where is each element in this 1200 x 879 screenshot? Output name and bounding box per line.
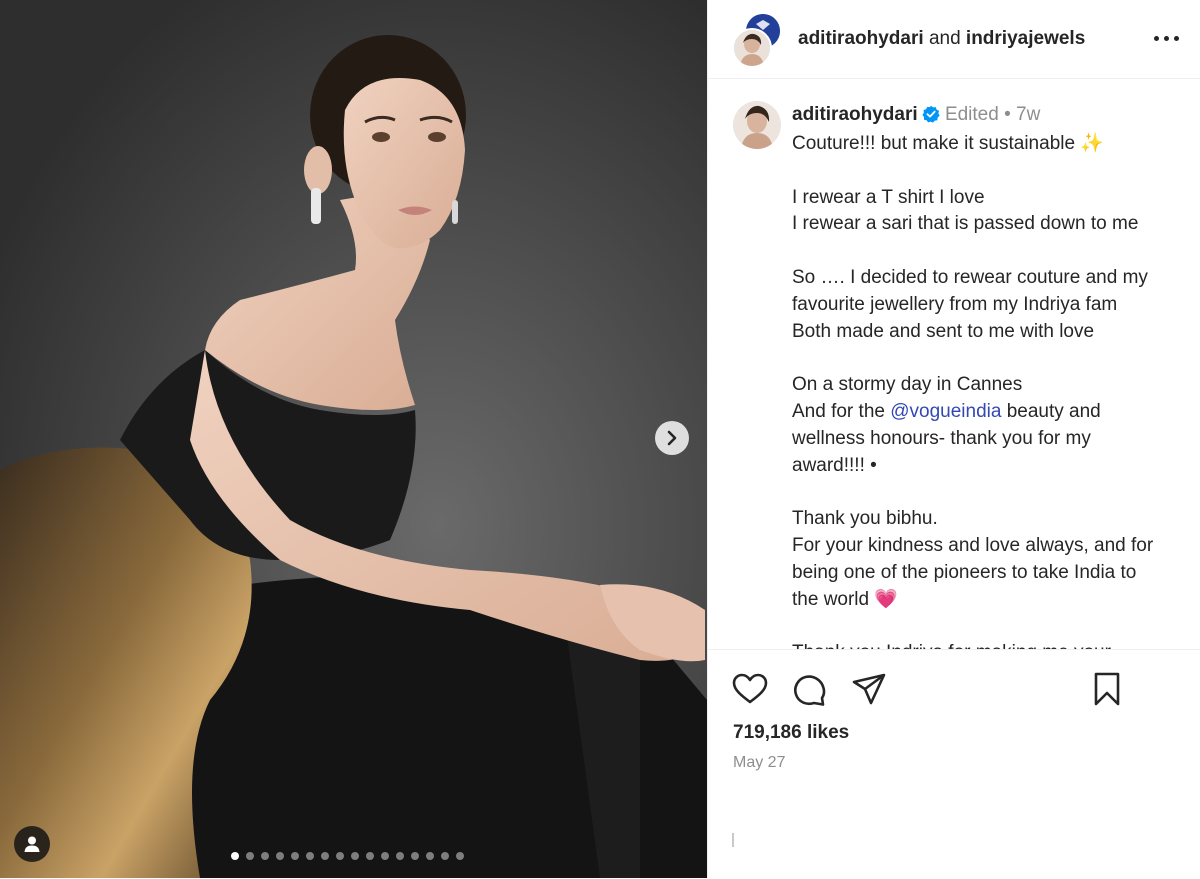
share-icon xyxy=(852,673,886,705)
caption-line: wellness honours- thank you for my xyxy=(792,427,1091,449)
collab-avatars[interactable] xyxy=(732,14,780,68)
save-button[interactable] xyxy=(1088,670,1126,708)
carousel-dot xyxy=(381,852,389,860)
edited-label: Edited xyxy=(944,104,999,125)
caption-line: being one of the pioneers to take India … xyxy=(792,561,1137,583)
carousel-dot xyxy=(276,852,284,860)
carousel-dot xyxy=(396,852,404,860)
more-options-icon[interactable] xyxy=(1148,26,1184,50)
comment-input-caret[interactable] xyxy=(732,833,734,847)
next-media-button[interactable] xyxy=(655,421,689,455)
next-arrow-icon xyxy=(667,430,677,446)
carousel-dot xyxy=(306,852,314,860)
carousel-dot xyxy=(321,852,329,860)
heart-icon xyxy=(732,673,768,704)
caption-line: I rewear a sari that is passed down to m… xyxy=(792,213,1139,235)
author-username-link[interactable]: aditiraohydari xyxy=(798,28,924,49)
carousel-dot xyxy=(456,852,464,860)
caption-username-link[interactable]: aditiraohydari xyxy=(792,104,918,125)
header-joiner: and xyxy=(928,28,961,49)
post-date[interactable]: May 27 xyxy=(733,754,785,772)
post-actions: 719,186 likes May 27 xyxy=(708,649,1200,879)
mention-link-vogueindia[interactable]: @vogueindia xyxy=(890,401,1001,422)
post-age-link[interactable]: 7w xyxy=(1016,104,1040,125)
tag-user-icon xyxy=(24,836,40,852)
caption-line: the world 💗 xyxy=(792,588,899,610)
caption-line: award!!!! • xyxy=(792,454,877,476)
caption-line: For your kindness and love always, and f… xyxy=(792,534,1154,556)
carousel-indicator xyxy=(231,852,464,860)
caption-line: favourite jewellery from my Indriya fam xyxy=(792,293,1118,315)
post-header: aditiraohydari and indriyajewels xyxy=(708,0,1200,79)
caption-area: aditiraohydari Edited • 7w Couture!!! bu… xyxy=(708,79,1200,649)
caption-line: On a stormy day in Cannes xyxy=(792,374,1023,396)
tagged-users-button[interactable] xyxy=(14,826,50,862)
caption-header: aditiraohydari Edited • 7w xyxy=(792,104,1040,126)
comment-button[interactable] xyxy=(790,670,828,708)
carousel-dot xyxy=(366,852,374,860)
carousel-dot xyxy=(291,852,299,860)
mention-before: And for the xyxy=(792,400,891,422)
likes-count[interactable]: 719,186 likes xyxy=(733,722,849,744)
collaborator-username-link[interactable]: indriyajewels xyxy=(966,28,1085,49)
post-photo xyxy=(0,0,707,878)
carousel-dot xyxy=(441,852,449,860)
carousel-dot xyxy=(336,852,344,860)
caption-line: So …. I decided to rewear couture and my xyxy=(792,266,1148,288)
carousel-dot xyxy=(231,852,239,860)
author-avatar-small xyxy=(732,28,772,68)
caption-line-with-mention: And for the @vogueindia beauty and xyxy=(792,399,1192,426)
mention-after: beauty and xyxy=(1001,400,1101,422)
like-button[interactable] xyxy=(731,670,769,708)
post-media xyxy=(0,0,707,878)
carousel-dot xyxy=(261,852,269,860)
time-separator: • xyxy=(1004,104,1011,125)
share-button[interactable] xyxy=(850,670,888,708)
bookmark-icon xyxy=(1094,672,1120,706)
carousel-dot xyxy=(426,852,434,860)
post-sidebar: aditiraohydari and indriyajewels aditira… xyxy=(707,0,1200,879)
comment-icon xyxy=(794,675,826,706)
caption-line: Thank you Indriya for making me your xyxy=(792,640,1192,649)
post-header-title: aditiraohydari and indriyajewels xyxy=(798,28,1085,50)
carousel-dot xyxy=(246,852,254,860)
caption-line: Couture!!! but make it sustainable ✨ xyxy=(792,133,1104,154)
carousel-dot xyxy=(351,852,359,860)
caption-text: Couture!!! but make it sustainable ✨ I re… xyxy=(792,131,1192,649)
caption-author-avatar[interactable] xyxy=(733,101,781,149)
caption-line: Both made and sent to me with love xyxy=(792,320,1095,342)
verified-badge-icon xyxy=(922,105,940,123)
carousel-dot xyxy=(411,852,419,860)
caption-line: Thank you bibhu. xyxy=(792,508,938,530)
caption-line: I rewear a T shirt I love xyxy=(792,186,985,208)
